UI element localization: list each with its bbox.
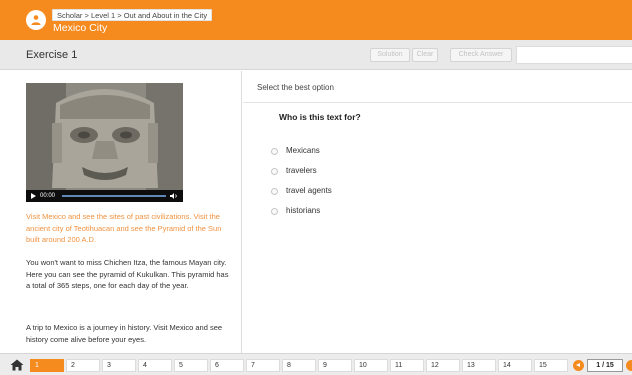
volume-icon[interactable] — [170, 193, 178, 199]
radio-button[interactable] — [271, 187, 278, 195]
feedback-box — [516, 46, 632, 64]
page-15-button[interactable]: 15 — [534, 359, 568, 372]
page-13-button[interactable]: 13 — [462, 359, 496, 372]
instruction-text: Select the best option — [257, 83, 334, 92]
radio-button[interactable] — [271, 147, 278, 155]
video-player[interactable]: 00:00 — [26, 83, 183, 202]
app-header: Scholar > Level 1 > Out and About in the… — [0, 0, 632, 40]
reading-paragraph: You won't want to miss Chichen Itza, the… — [26, 258, 229, 290]
page-2-button[interactable]: 2 — [66, 359, 100, 372]
video-controls: 00:00 — [26, 190, 183, 202]
page-7-button[interactable]: 7 — [246, 359, 280, 372]
breadcrumb[interactable]: Scholar > Level 1 > Out and About in the… — [52, 9, 213, 21]
highlight-text: Visit Mexico and see the sites of past c… — [26, 212, 222, 244]
option-travelers[interactable]: travelers — [271, 165, 317, 177]
olmec-head-image — [26, 83, 183, 202]
option-travel-agents[interactable]: travel agents — [271, 185, 332, 197]
page-9-button[interactable]: 9 — [318, 359, 352, 372]
option-label: travelers — [286, 166, 317, 175]
page-10-button[interactable]: 10 — [354, 359, 388, 372]
exercise-title: Exercise 1 — [26, 49, 78, 61]
option-mexicans[interactable]: Mexicans — [271, 145, 320, 157]
chevron-right-icon[interactable] — [626, 360, 632, 371]
page-counter: 1 / 15 — [587, 359, 623, 372]
reading-panel: 00:00 Visit Mexico and see the sites of … — [0, 71, 242, 353]
option-label: Mexicans — [286, 146, 320, 155]
option-label: historians — [286, 206, 321, 215]
seek-bar[interactable] — [62, 195, 166, 197]
pagination-bar: 1 2 3 4 5 6 7 8 9 10 11 12 13 14 15 1 / … — [0, 353, 632, 375]
solution-button[interactable]: Solution — [370, 48, 410, 62]
question-panel: Select the best option Who is this text … — [243, 71, 632, 353]
page-title: Mexico City — [53, 22, 108, 34]
exercise-toolbar: Exercise 1 Solution Clear Check Answer — [0, 40, 632, 70]
page-11-button[interactable]: 11 — [390, 359, 424, 372]
user-badge-icon[interactable] — [26, 10, 46, 30]
chevron-left-icon[interactable] — [573, 360, 584, 371]
page-4-button[interactable]: 4 — [138, 359, 172, 372]
instruction-row: Select the best option — [243, 71, 632, 103]
play-icon[interactable] — [31, 193, 36, 199]
page-14-button[interactable]: 14 — [498, 359, 532, 372]
page-5-button[interactable]: 5 — [174, 359, 208, 372]
clear-button[interactable]: Clear — [412, 48, 438, 62]
page-1-button[interactable]: 1 — [30, 359, 64, 372]
question-text: Who is this text for? — [279, 112, 361, 122]
page-8-button[interactable]: 8 — [282, 359, 316, 372]
reading-paragraph: A trip to Mexico is a journey in history… — [26, 323, 223, 344]
option-historians[interactable]: historians — [271, 205, 320, 217]
radio-button[interactable] — [271, 167, 278, 175]
page-6-button[interactable]: 6 — [210, 359, 244, 372]
check-answer-button[interactable]: Check Answer — [450, 48, 512, 62]
radio-button[interactable] — [271, 207, 278, 215]
page-3-button[interactable]: 3 — [102, 359, 136, 372]
page-12-button[interactable]: 12 — [426, 359, 460, 372]
option-label: travel agents — [286, 186, 332, 195]
video-time: 00:00 — [40, 193, 56, 199]
home-icon[interactable] — [10, 359, 24, 371]
